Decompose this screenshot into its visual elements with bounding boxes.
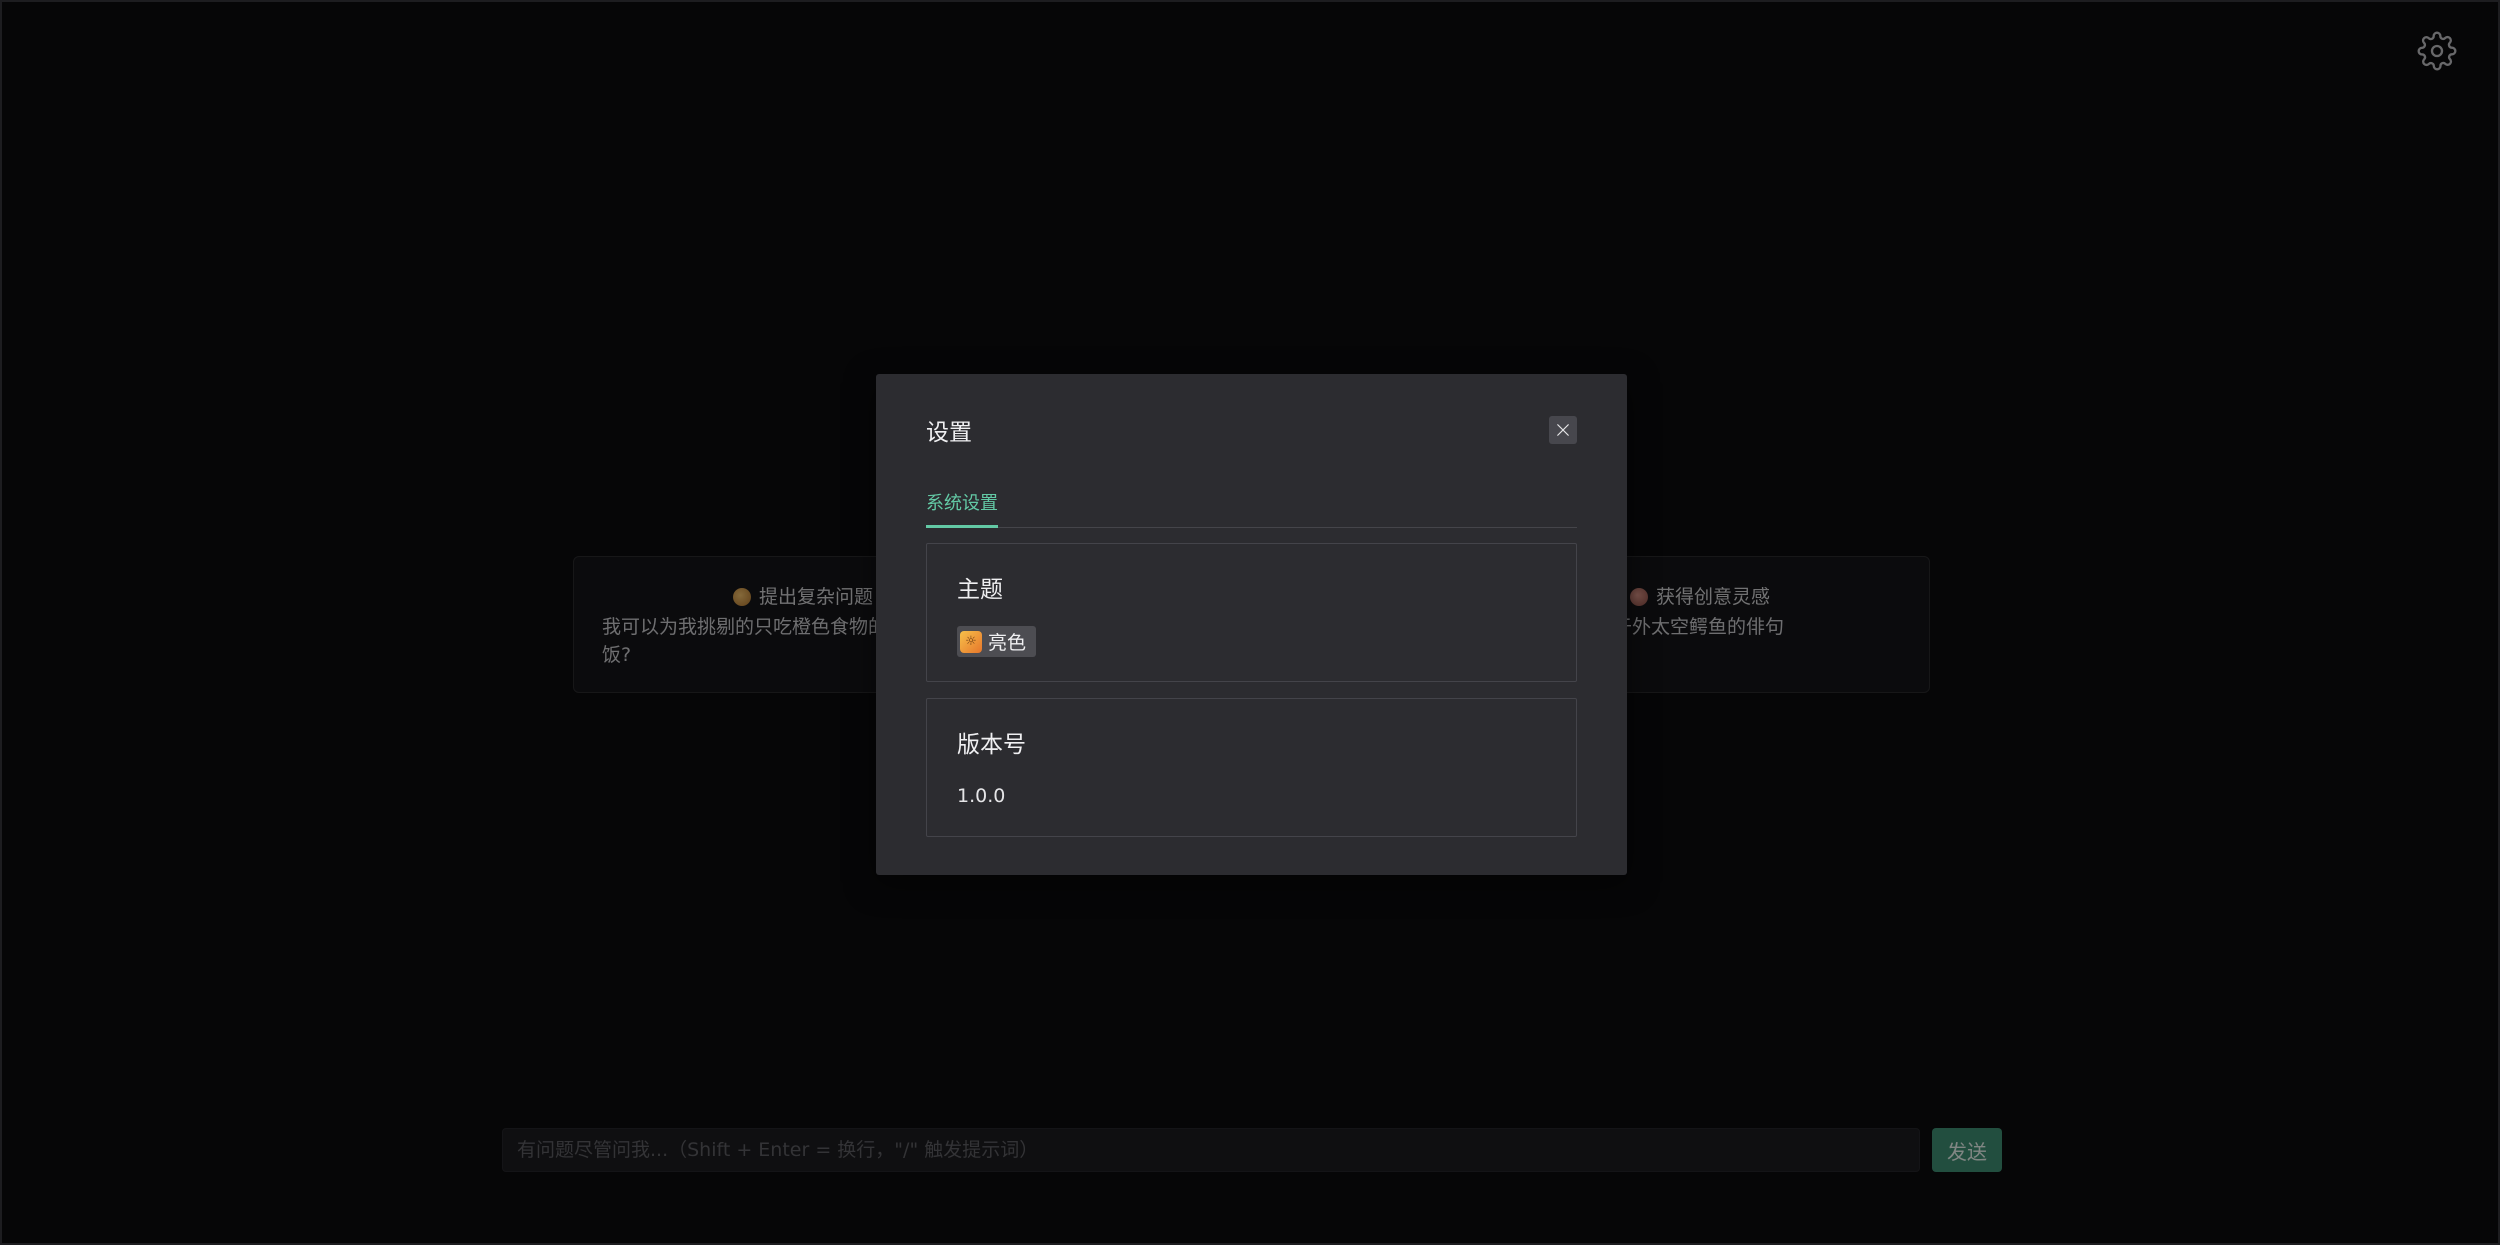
theme-section: 主题 ☼ 亮色: [926, 543, 1577, 682]
close-button[interactable]: [1549, 416, 1577, 444]
sun-emoji-icon: ☼: [960, 630, 982, 653]
theme-toggle-button[interactable]: ☼ 亮色: [957, 626, 1037, 657]
theme-chip-label: 亮色: [988, 632, 1027, 654]
version-value: 1.0.0: [957, 785, 1006, 807]
version-section-title: 版本号: [957, 732, 1026, 758]
modal-header: 设置: [926, 410, 1577, 450]
settings-tabs: 系统设置: [926, 484, 1577, 528]
modal-title: 设置: [926, 420, 972, 446]
app-window: 提出复杂问题 我可以为我挑剔的只吃橙色食物的孩 饭? 获得创意灵感 用吻写一首关…: [0, 0, 2500, 1245]
settings-modal: 设置 系统设置 主题 ☼ 亮色 版本号 1.0.0: [876, 374, 1627, 875]
tab-system-settings[interactable]: 系统设置: [926, 489, 998, 528]
theme-section-title: 主题: [957, 577, 1003, 603]
version-section: 版本号 1.0.0: [926, 698, 1577, 837]
close-icon: [1557, 424, 1569, 436]
